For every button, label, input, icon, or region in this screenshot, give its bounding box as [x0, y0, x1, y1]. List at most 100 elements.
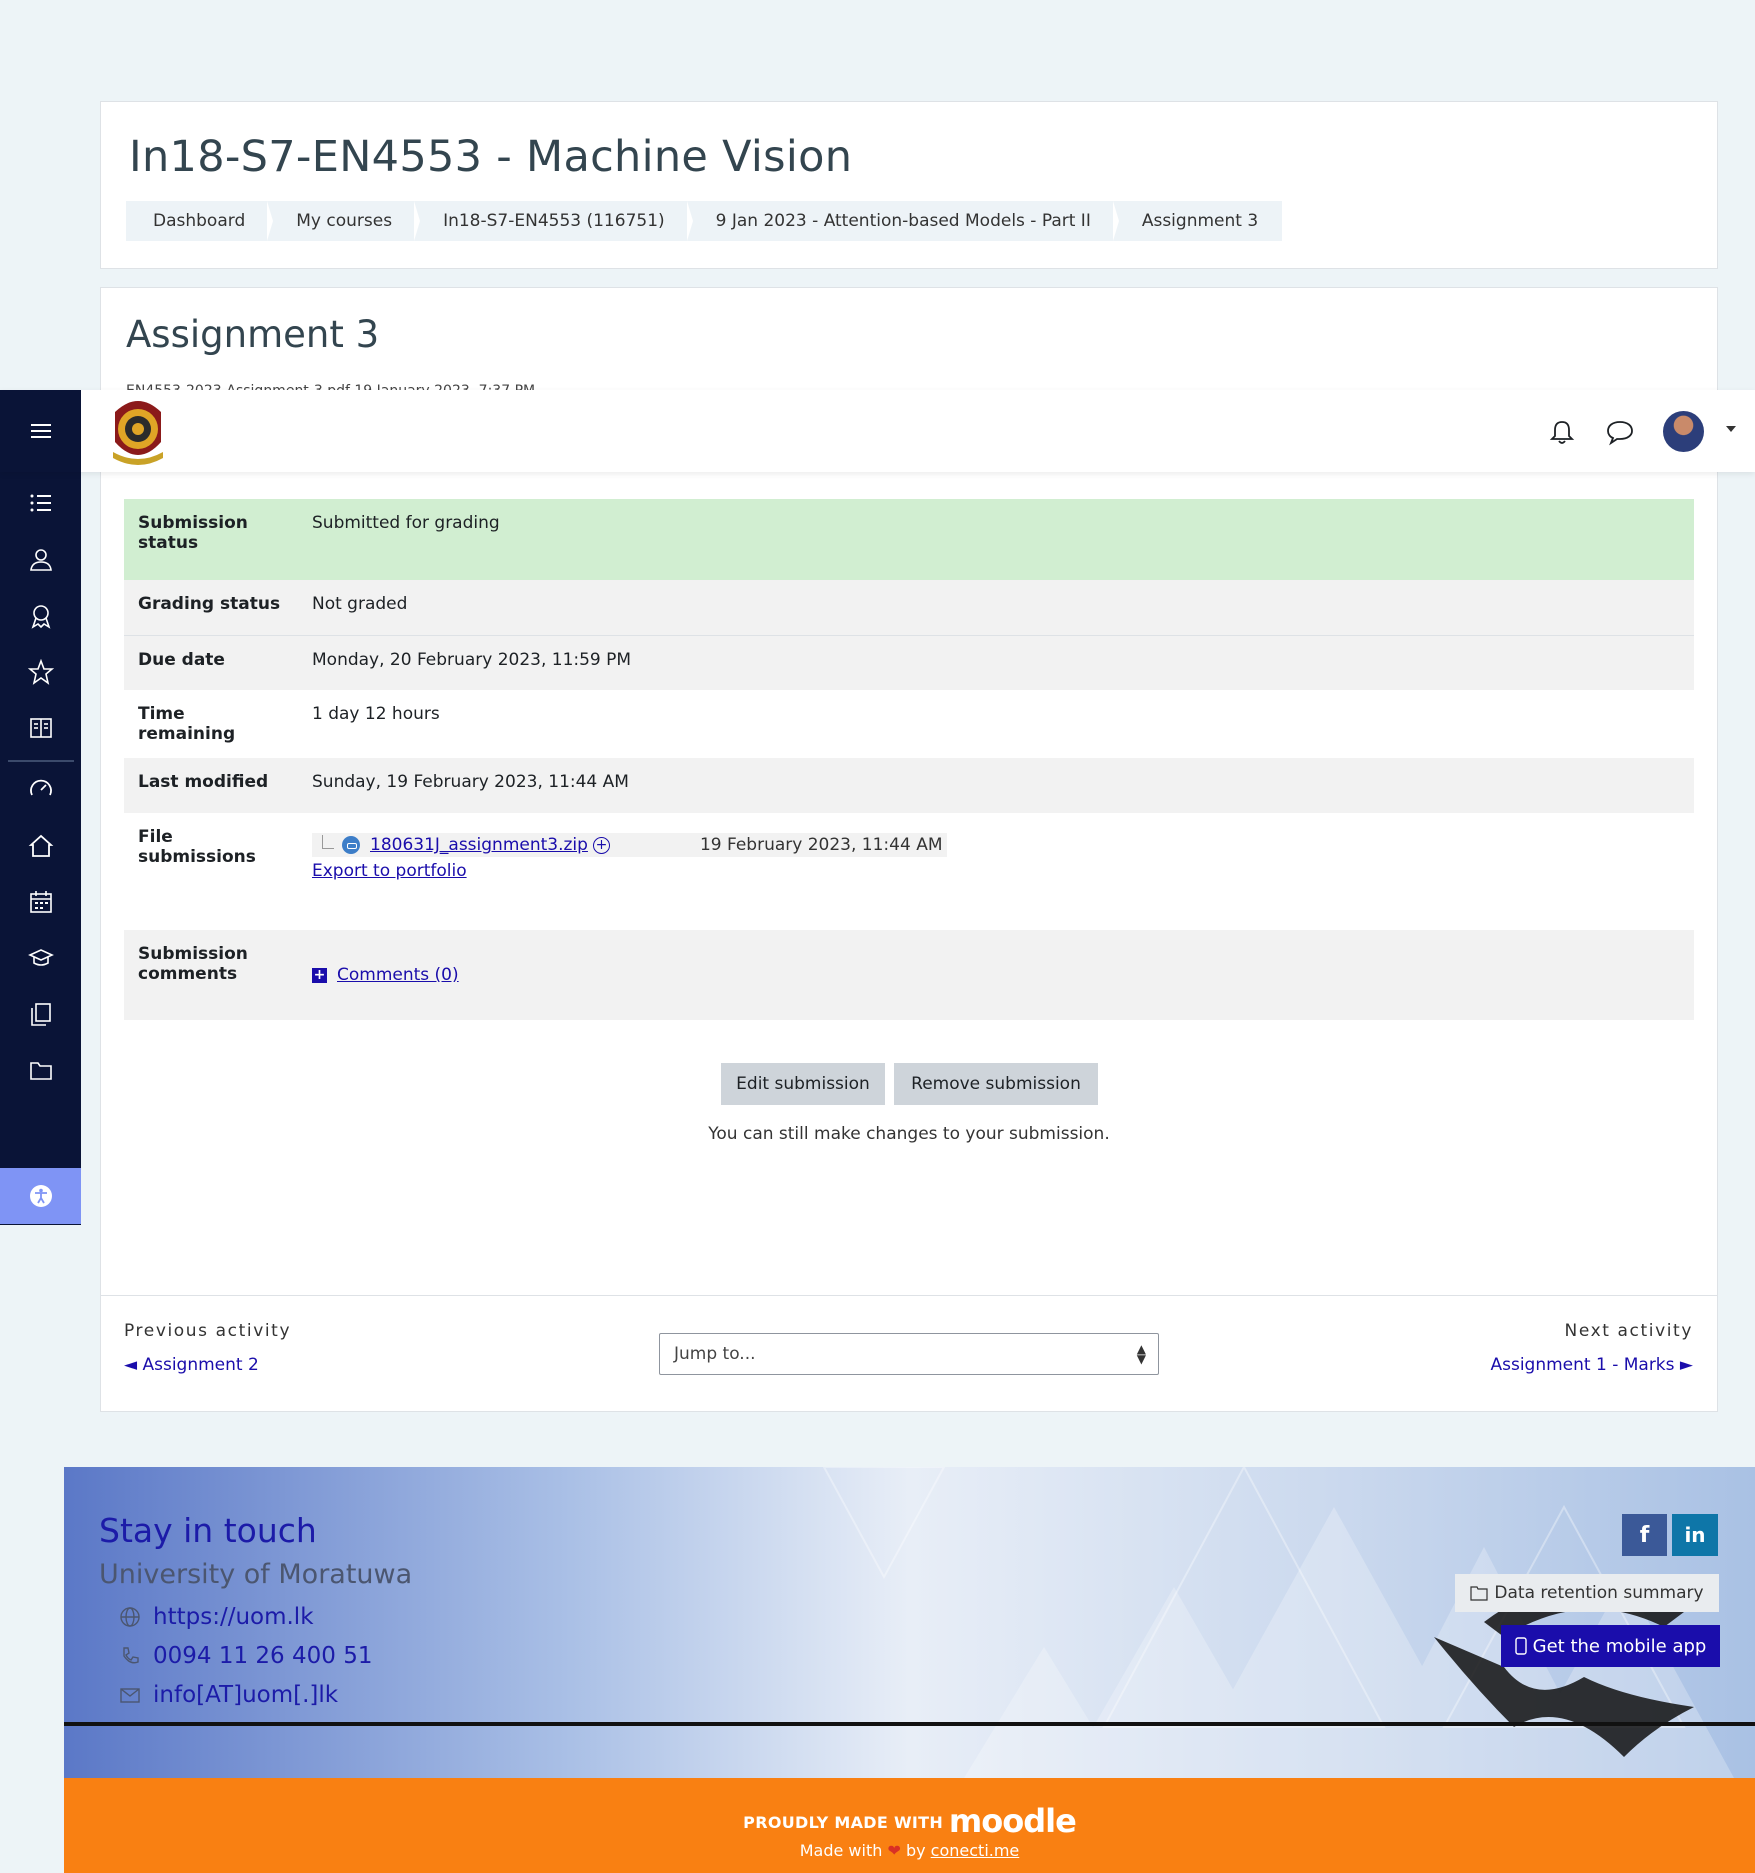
row-label: File submissions	[138, 827, 256, 867]
dashboard-icon[interactable]	[28, 776, 54, 802]
grading-status-value: Not graded	[312, 594, 408, 614]
archive-file-icon	[342, 836, 360, 854]
course-title: In18-S7-EN4553 - Machine Vision	[129, 132, 853, 182]
mobile-phone-icon	[1514, 1637, 1527, 1655]
export-to-portfolio-link[interactable]: Export to portfolio	[312, 861, 1680, 881]
breadcrumb: Dashboard My courses In18-S7-EN4553 (116…	[126, 201, 1283, 241]
accessibility-icon	[29, 1185, 52, 1207]
mobile-app-button[interactable]: Get the mobile app	[1501, 1625, 1720, 1667]
email-contact: info[AT]uom[.]lk	[119, 1682, 338, 1708]
caret-down-icon[interactable]	[1726, 426, 1736, 432]
divider	[100, 1295, 1718, 1296]
proudly-made-text: PROUDLY MADE WITH	[743, 1813, 944, 1832]
moodle-credit[interactable]: PROUDLY MADE WITH moodle	[64, 1802, 1755, 1840]
accessibility-button[interactable]	[0, 1168, 81, 1224]
data-retention-label: Data retention summary	[1494, 1583, 1704, 1603]
organization-name: University of Moratuwa	[99, 1559, 413, 1590]
table-row: Grading status Not graded	[124, 580, 1694, 635]
comments-toggle[interactable]: + Comments (0)	[312, 965, 459, 985]
folder-icon[interactable]	[28, 1057, 54, 1083]
facebook-icon[interactable]: f	[1622, 1514, 1667, 1556]
course-header: In18-S7-EN4553 - Machine Vision Dashboar…	[100, 101, 1718, 269]
files-icon[interactable]	[28, 1001, 54, 1027]
footer-background-pattern	[822, 1467, 1734, 1778]
breadcrumb-dashboard[interactable]: Dashboard	[126, 201, 274, 241]
heart-icon: ❤	[887, 1841, 901, 1860]
competencies-icon[interactable]	[28, 659, 54, 685]
data-retention-link[interactable]: Data retention summary	[1455, 1574, 1719, 1612]
calendar-icon[interactable]	[28, 889, 54, 915]
comments-link[interactable]: Comments (0)	[337, 965, 459, 985]
table-row: Time remaining 1 day 12 hours	[124, 690, 1694, 758]
courses-icon[interactable]	[28, 945, 54, 971]
table-row: Submission comments + Comments (0)	[124, 930, 1694, 1020]
phone-icon	[123, 1647, 139, 1664]
chat-icon[interactable]	[1605, 418, 1635, 446]
edit-submission-button[interactable]: Edit submission	[721, 1063, 885, 1105]
activity-title: Assignment 3	[126, 313, 380, 356]
due-date-value: Monday, 20 February 2023, 11:59 PM	[312, 649, 632, 670]
row-label: Due date	[138, 649, 225, 670]
file-entry: 180631J_assignment3.zip + 19 February 20…	[312, 833, 947, 857]
bell-icon[interactable]	[1548, 418, 1576, 446]
globe-icon	[120, 1607, 140, 1627]
list-icon[interactable]	[28, 490, 54, 516]
file-date: 19 February 2023, 11:44 AM	[699, 835, 943, 855]
breadcrumb-my-courses[interactable]: My courses	[269, 201, 420, 241]
tree-connector	[322, 835, 334, 849]
jump-to-select[interactable]: Jump to... ▲ ▼	[659, 1333, 1159, 1375]
next-activity-label: Next activity	[1564, 1321, 1693, 1341]
phone-contact: 0094 11 26 400 51	[119, 1643, 372, 1669]
previous-activity-link[interactable]: ◄ Assignment 2	[124, 1355, 259, 1375]
table-row: Submission status Submitted for grading	[124, 499, 1694, 580]
footer-credits: PROUDLY MADE WITH moodle Made with ❤ by …	[64, 1778, 1755, 1873]
submission-status-table: Submission status Submitted for grading …	[124, 499, 1694, 1020]
linkedin-icon[interactable]: in	[1672, 1514, 1718, 1556]
breadcrumb-assignment[interactable]: Assignment 3	[1115, 201, 1282, 241]
made-with-text: Made with	[799, 1841, 883, 1860]
breadcrumb-course[interactable]: In18-S7-EN4553 (116751)	[416, 201, 693, 241]
next-activity-link[interactable]: Assignment 1 - Marks ►	[1490, 1355, 1693, 1375]
home-icon[interactable]	[28, 833, 54, 859]
top-navbar	[0, 390, 1755, 472]
file-submissions-cell: 180631J_assignment3.zip + 19 February 20…	[298, 813, 1694, 930]
user-avatar[interactable]	[1663, 411, 1704, 452]
footer-title: Stay in touch	[99, 1511, 317, 1550]
university-crest-logo[interactable]	[105, 394, 171, 470]
mobile-app-label: Get the mobile app	[1532, 1635, 1707, 1657]
time-remaining-value: 1 day 12 hours	[312, 704, 440, 724]
remove-submission-button[interactable]: Remove submission	[894, 1063, 1098, 1105]
drawer-divider	[8, 760, 74, 762]
envelope-icon	[120, 1688, 140, 1703]
conectime-link[interactable]: conecti.me	[931, 1841, 1020, 1860]
comments-cell: + Comments (0)	[298, 930, 1694, 1020]
table-row: Due date Monday, 20 February 2023, 11:59…	[124, 635, 1694, 690]
select-caret-icon: ▲ ▼	[1136, 1342, 1146, 1366]
website-contact: https://uom.lk	[119, 1604, 314, 1630]
breadcrumb-section[interactable]: 9 Jan 2023 - Attention-based Models - Pa…	[689, 201, 1120, 241]
file-download-link[interactable]: 180631J_assignment3.zip	[370, 835, 588, 855]
footer-divider	[64, 1722, 1755, 1726]
row-label: Time remaining	[138, 704, 236, 744]
badges-icon[interactable]	[28, 603, 54, 629]
table-row: Last modified Sunday, 19 February 2023, …	[124, 758, 1694, 813]
grades-icon[interactable]	[28, 715, 54, 741]
website-link[interactable]: https://uom.lk	[153, 1604, 314, 1630]
row-label: Last modified	[138, 772, 269, 792]
table-row: File submissions 180631J_assignment3.zip…	[124, 813, 1694, 930]
made-with-line: Made with ❤ by conecti.me	[64, 1841, 1755, 1860]
moodle-logo: moodle	[948, 1802, 1077, 1840]
submission-status-value: Submitted for grading	[312, 513, 500, 533]
last-modified-value: Sunday, 19 February 2023, 11:44 AM	[312, 772, 629, 792]
by-text: by	[905, 1841, 926, 1860]
row-label: Grading status	[138, 594, 281, 614]
row-label: Submission comments	[138, 944, 248, 984]
expand-icon: +	[312, 966, 327, 983]
folder-icon	[1470, 1586, 1489, 1601]
row-label: Submission status	[138, 513, 248, 553]
plus-circle-icon[interactable]: +	[592, 836, 610, 854]
email-address: info[AT]uom[.]lk	[153, 1682, 339, 1708]
participants-icon[interactable]	[28, 546, 54, 572]
hamburger-icon[interactable]	[0, 390, 81, 472]
changes-note: You can still make changes to your submi…	[708, 1124, 1110, 1144]
